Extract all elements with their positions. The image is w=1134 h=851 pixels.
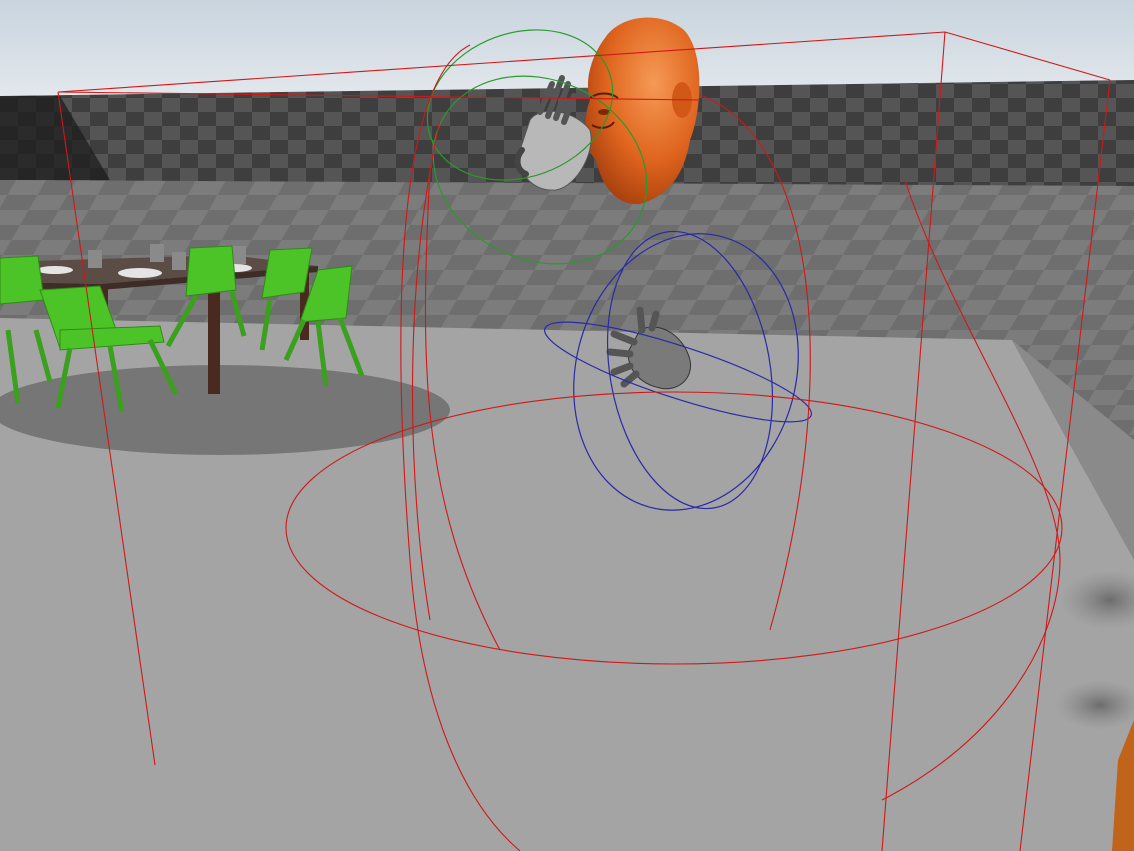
table-shadow (0, 365, 450, 455)
3d-viewport[interactable] (0, 0, 1134, 851)
scene-render[interactable] (0, 0, 1134, 851)
